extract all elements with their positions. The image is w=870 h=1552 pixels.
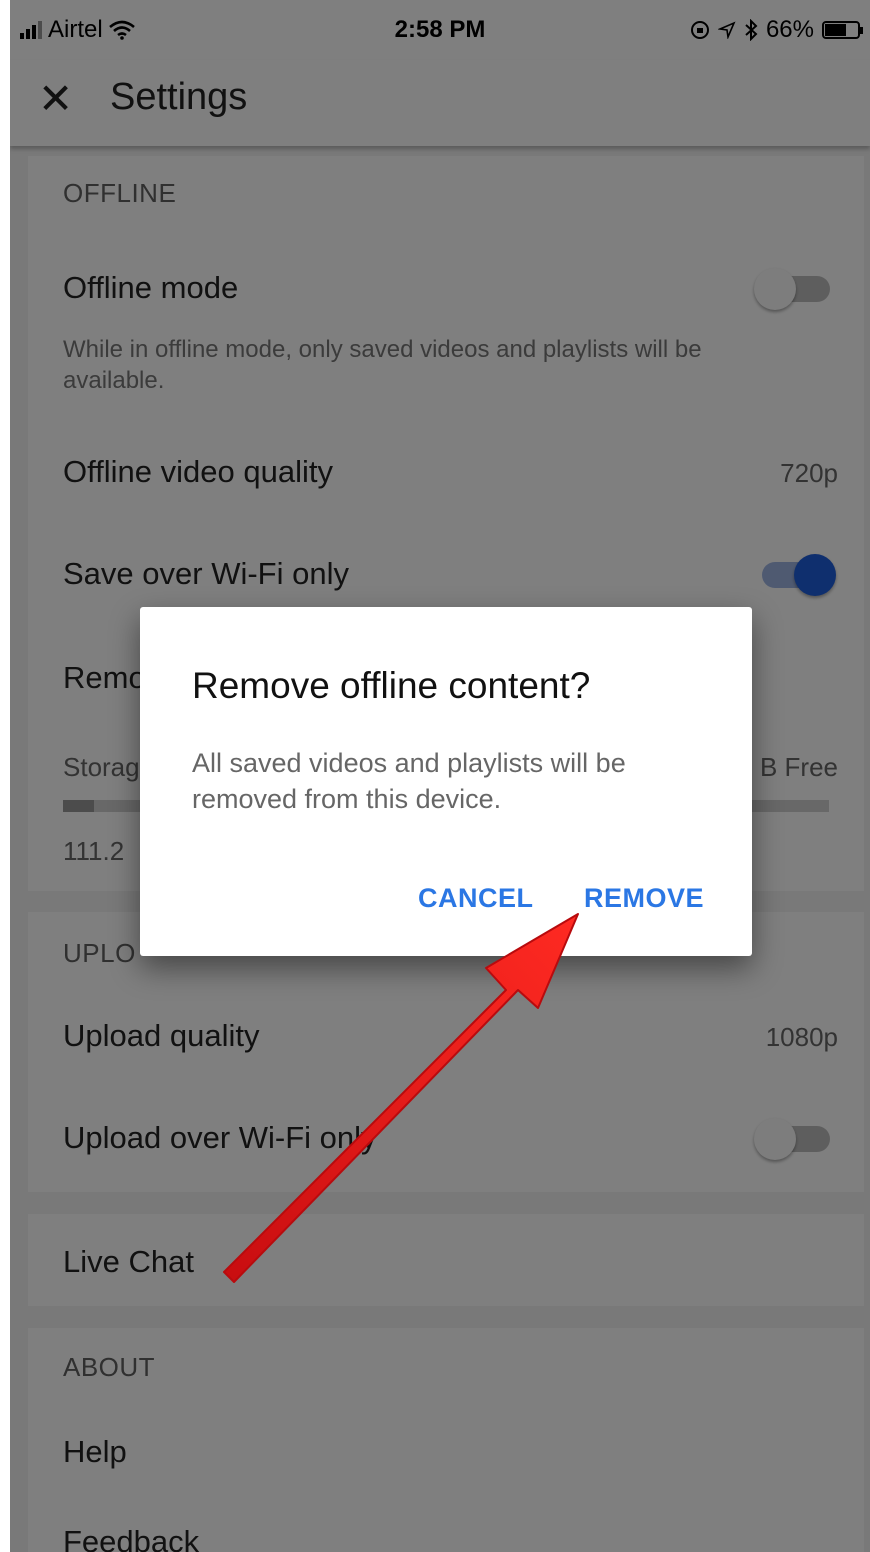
annotation-arrow-icon xyxy=(223,913,579,1283)
settings-screen: Airtel 2:58 PM 66% ✕ S xyxy=(10,0,870,1552)
